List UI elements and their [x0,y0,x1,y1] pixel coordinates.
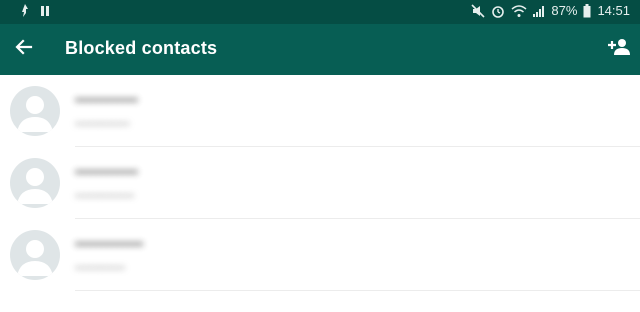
alarm-icon [491,4,505,18]
back-button[interactable] [10,35,38,63]
contact-number: ••••••••••••• [75,188,135,203]
contact-name: •••••••••••• [75,92,139,109]
contact-name: ••••••••••••• [75,236,144,253]
arrow-back-icon [14,37,34,62]
clock: 14:51 [597,3,630,18]
contact-row[interactable]: ••••••••••••• ••••••••••• [0,219,640,291]
row-divider [75,290,640,291]
blocked-contacts-list: •••••••••••• •••••••••••• •••••••••••• •… [0,75,640,291]
status-bar-left [20,4,50,18]
contact-name: •••••••••••• [75,164,139,181]
contact-number: •••••••••••• [75,116,130,131]
mute-icon [471,3,485,18]
contact-row[interactable]: •••••••••••• •••••••••••• [0,75,640,147]
default-avatar-icon [10,230,60,280]
battery-icon [583,3,591,18]
page-title: Blocked contacts [65,38,218,58]
signal-icon [533,4,545,18]
pause-icon [40,5,50,17]
status-bar: 87% 14:51 [0,0,640,24]
add-blocked-contact-button[interactable] [604,35,634,63]
default-avatar-icon [10,158,60,208]
default-avatar-icon [10,86,60,136]
contact-number: ••••••••••• [75,260,126,275]
status-bar-right: 87% 14:51 [471,3,630,18]
contact-row[interactable]: •••••••••••• ••••••••••••• [0,147,640,219]
app-bar: Blocked contacts [0,24,640,75]
person-add-icon [607,37,631,62]
battery-percent: 87% [551,3,578,18]
wifi-icon [511,4,527,18]
usb-debug-icon [20,4,30,18]
